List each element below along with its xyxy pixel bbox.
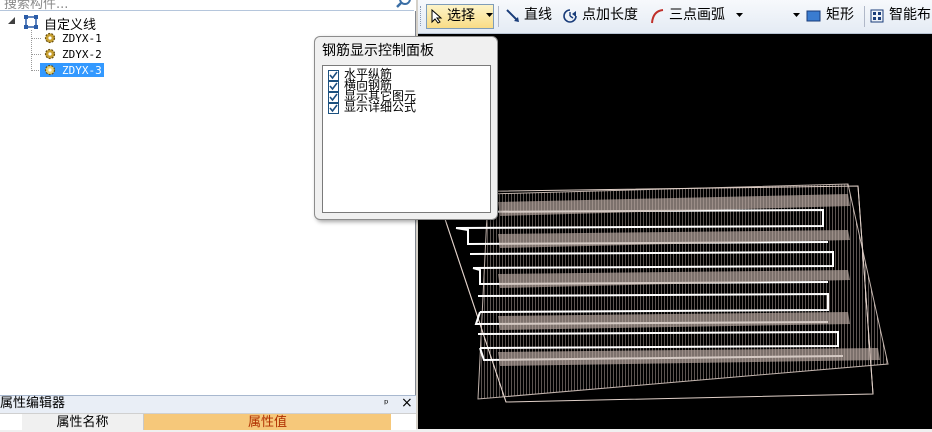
- point-length-button[interactable]: 点加长度: [562, 4, 644, 27]
- toolbar-separator: [864, 6, 865, 27]
- checkbox[interactable]: [328, 92, 339, 103]
- rebar-panel-title[interactable]: 钢筋显示控制面板: [322, 40, 434, 62]
- collapse-arrow-icon[interactable]: [8, 17, 16, 25]
- dropdown-arrow-icon[interactable]: [736, 13, 743, 18]
- tree-item-label: ZDYX-2: [62, 48, 102, 61]
- tree-item-label: ZDYX-1: [62, 32, 102, 45]
- select-button[interactable]: 选择: [426, 4, 494, 29]
- checkbox[interactable]: [328, 70, 339, 81]
- column-header-value[interactable]: 属性值: [144, 414, 391, 430]
- arc-label: 三点画弧: [669, 7, 725, 23]
- point-length-icon: [563, 9, 577, 23]
- checkbox[interactable]: [328, 81, 339, 92]
- property-editor-title: 属性编辑器: [0, 396, 66, 411]
- checkmark-icon: [329, 82, 338, 91]
- line-label: 直线: [524, 7, 552, 23]
- line-tool-button[interactable]: 直线: [506, 4, 556, 27]
- three-point-arc-button[interactable]: 三点画弧: [650, 4, 743, 27]
- rebar-option-list: 水平纵筋 横向钢筋 显示其它图元 显示详细公式: [322, 65, 491, 213]
- checkmark-icon: [329, 93, 338, 102]
- rectangle-icon: [806, 10, 821, 22]
- rectangle-label: 矩形: [826, 7, 854, 23]
- smart-layout-label: 智能布: [889, 7, 931, 23]
- property-table-header: 属性名称 属性值: [0, 413, 416, 430]
- property-editor-titlebar: 属性编辑器 ᵖ ×: [0, 395, 416, 413]
- gear-icon: [44, 48, 56, 60]
- dropdown-arrow-icon[interactable]: [793, 13, 800, 18]
- rebar-display-panel: 钢筋显示控制面板 水平纵筋 横向钢筋 显示其它图元 显示详细公式: [314, 36, 498, 220]
- gear-icon: [44, 64, 56, 76]
- toolbar-separator: [498, 6, 499, 27]
- point-length-label: 点加长度: [582, 7, 638, 23]
- tree-item[interactable]: ZDYX-1: [44, 31, 114, 45]
- line-icon: [506, 9, 519, 22]
- checkmark-icon: [329, 71, 338, 80]
- tree-connector: [31, 54, 41, 55]
- rectangle-tool-button[interactable]: 矩形: [806, 4, 858, 27]
- drawing-toolbar: 选择 直线 点加长度 三点画弧 矩形 智能布: [418, 0, 932, 34]
- pin-icon[interactable]: ᵖ: [384, 396, 389, 412]
- select-label: 选择: [447, 8, 475, 24]
- cursor-arrow-icon: [431, 9, 443, 24]
- close-icon[interactable]: ×: [401, 395, 413, 411]
- smart-layout-icon: [870, 9, 884, 23]
- smart-layout-button[interactable]: 智能布: [870, 4, 932, 27]
- checkbox[interactable]: [328, 103, 339, 114]
- option-label: 显示详细公式: [344, 100, 417, 114]
- tree-item-selected[interactable]: ZDYX-3: [40, 63, 104, 77]
- search-box[interactable]: 搜索构件...: [0, 0, 414, 11]
- toolbar-grip[interactable]: [420, 6, 424, 26]
- custom-line-folder-icon: [24, 15, 38, 29]
- search-input[interactable]: 搜索构件...: [4, 0, 68, 10]
- tree-connector: [31, 30, 32, 71]
- gear-icon: [44, 32, 56, 44]
- tree-connector: [31, 38, 41, 39]
- column-header-name[interactable]: 属性名称: [22, 414, 144, 430]
- tree-item-label: ZDYX-3: [62, 64, 102, 77]
- checkmark-icon: [329, 104, 338, 113]
- dropdown-arrow-icon[interactable]: [486, 13, 493, 18]
- arc-icon: [651, 9, 664, 24]
- tree-item[interactable]: ZDYX-2: [44, 47, 114, 61]
- search-icon[interactable]: [395, 0, 413, 10]
